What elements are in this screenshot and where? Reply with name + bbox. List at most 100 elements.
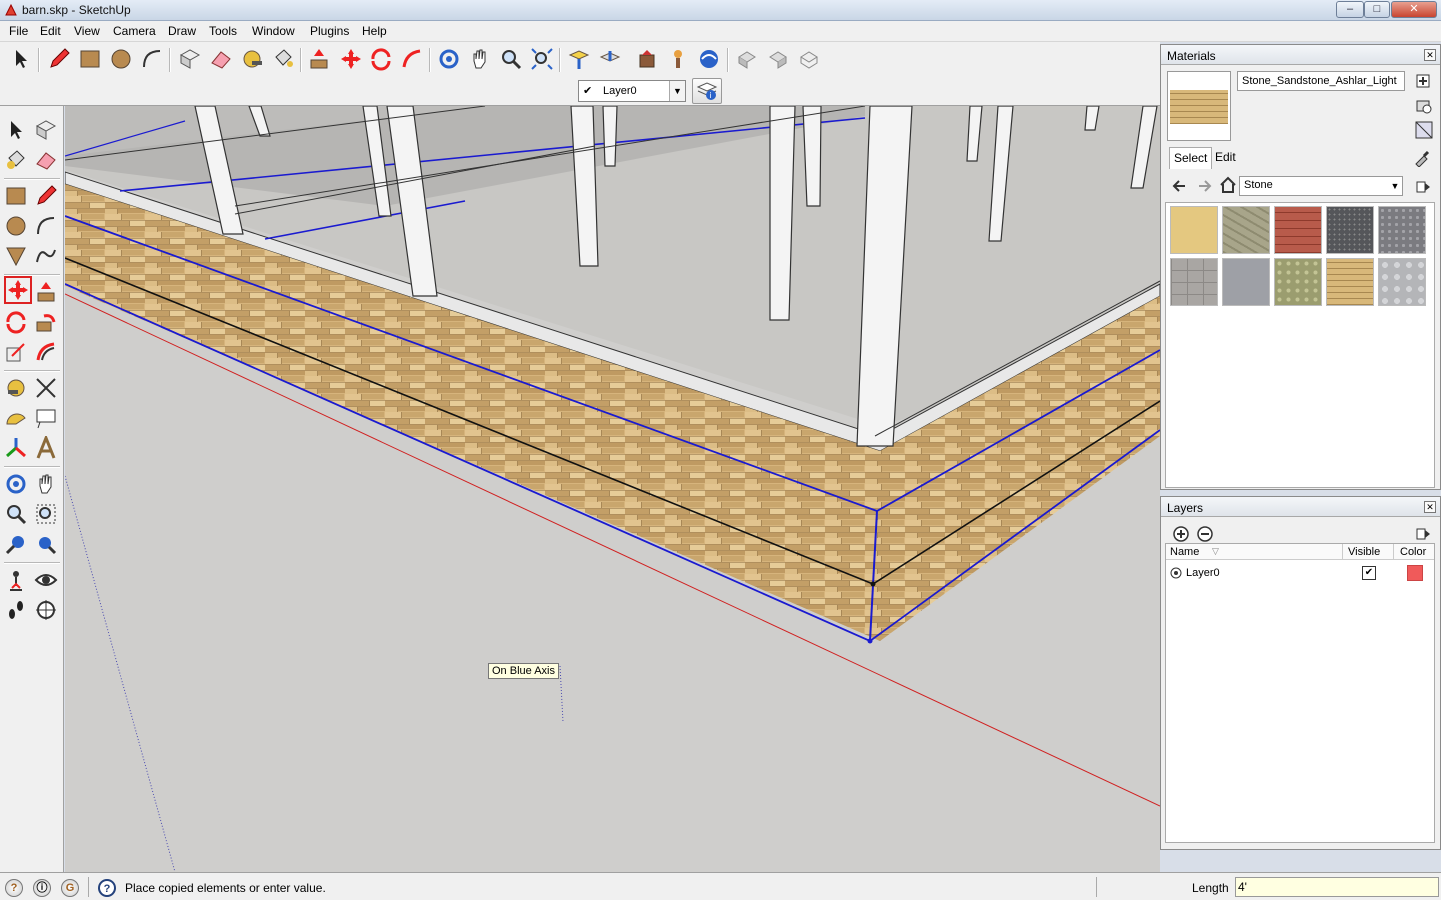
close-icon[interactable]: ✕: [1424, 501, 1436, 513]
layer-dropdown[interactable]: ✔ Layer0 ▼: [578, 80, 686, 102]
circle-icon[interactable]: [2, 212, 30, 240]
arc-icon[interactable]: [32, 212, 60, 240]
pencil-icon[interactable]: [46, 46, 72, 72]
chevron-down-icon[interactable]: ▼: [1388, 177, 1402, 195]
column-visible[interactable]: Visible: [1348, 546, 1380, 558]
arc-icon[interactable]: [139, 46, 165, 72]
layer-name[interactable]: Layer0: [1186, 567, 1220, 579]
swatch-granite-dark[interactable]: [1326, 206, 1374, 254]
position-camera-icon[interactable]: [2, 566, 30, 594]
toggle-terrain-icon[interactable]: [796, 46, 822, 72]
swatch-flagstone-gray[interactable]: [1170, 258, 1218, 306]
close-button[interactable]: ✕: [1391, 1, 1437, 18]
back-arrow-icon[interactable]: [1171, 177, 1189, 195]
tab-select[interactable]: Select: [1169, 147, 1213, 169]
make-component-icon[interactable]: [32, 116, 60, 144]
paint-bucket-icon[interactable]: [2, 146, 30, 174]
credits-icon[interactable]: ⓘ: [33, 879, 51, 897]
walk-icon[interactable]: [2, 596, 30, 624]
pencil-icon[interactable]: [32, 182, 60, 210]
table-row[interactable]: Layer0 ✔: [1166, 564, 1434, 584]
look-around-icon[interactable]: [32, 566, 60, 594]
share-component-icon[interactable]: [665, 46, 691, 72]
minimize-button[interactable]: –: [1336, 1, 1364, 18]
tab-edit[interactable]: Edit: [1211, 147, 1240, 169]
next-view-icon[interactable]: [765, 46, 791, 72]
column-color[interactable]: Color: [1400, 546, 1426, 558]
details-arrow-icon[interactable]: [1415, 178, 1433, 196]
add-layer-icon[interactable]: [1172, 525, 1190, 543]
rectangle-icon[interactable]: [2, 182, 30, 210]
select-icon[interactable]: [8, 46, 34, 72]
chevron-down-icon[interactable]: ▼: [669, 81, 685, 101]
material-library-dropdown[interactable]: Stone ▼: [1239, 176, 1403, 196]
column-name[interactable]: Name: [1170, 546, 1199, 558]
swatch-brick-red[interactable]: [1274, 206, 1322, 254]
scene-canvas[interactable]: [65, 106, 1160, 872]
modeling-viewport[interactable]: On Blue Axis: [65, 106, 1160, 872]
layer-visible-checkbox[interactable]: ✔: [1362, 566, 1376, 580]
text-tool-icon[interactable]: [32, 404, 60, 432]
swatch-marble-gray[interactable]: [1378, 258, 1426, 306]
zoom-window-icon[interactable]: [32, 500, 60, 528]
zoom-extents-icon[interactable]: [529, 46, 555, 72]
polygon-icon[interactable]: [2, 242, 30, 270]
scale-icon[interactable]: [2, 338, 30, 366]
pan-icon[interactable]: [467, 46, 493, 72]
measurements-input[interactable]: [1235, 877, 1439, 897]
paint-bucket-icon[interactable]: [270, 46, 296, 72]
menu-tools[interactable]: Tools: [209, 24, 237, 38]
eyedropper-icon[interactable]: [1413, 149, 1431, 167]
tape-measure-icon[interactable]: [2, 374, 30, 402]
details-arrow-icon[interactable]: [1415, 525, 1433, 543]
get-components-icon[interactable]: [634, 46, 660, 72]
menu-edit[interactable]: Edit: [40, 24, 61, 38]
move-icon[interactable]: [338, 46, 364, 72]
follow-me-icon[interactable]: [399, 46, 425, 72]
previous-view-icon[interactable]: [734, 46, 760, 72]
rotate-icon[interactable]: [2, 308, 30, 336]
share-model-icon[interactable]: [597, 46, 623, 72]
dimension-icon[interactable]: [32, 374, 60, 402]
pan-icon[interactable]: [32, 470, 60, 498]
geo-location-icon[interactable]: ?: [5, 879, 23, 897]
delete-layer-icon[interactable]: [1196, 525, 1214, 543]
material-name-field[interactable]: [1237, 71, 1405, 91]
zoom-icon[interactable]: [2, 500, 30, 528]
get-models-icon[interactable]: [566, 46, 592, 72]
menu-help[interactable]: Help: [362, 24, 387, 38]
close-icon[interactable]: ✕: [1424, 49, 1436, 61]
orbit-icon[interactable]: [436, 46, 462, 72]
swatch-stone-mossy[interactable]: [1222, 206, 1270, 254]
maximize-button[interactable]: □: [1364, 1, 1390, 18]
sample-paint-icon[interactable]: [1415, 121, 1433, 139]
layer-manager-button[interactable]: i: [692, 78, 722, 104]
move-icon[interactable]: [4, 276, 32, 304]
sign-in-icon[interactable]: G: [61, 879, 79, 897]
make-component-icon[interactable]: [177, 46, 203, 72]
section-plane-icon[interactable]: [32, 596, 60, 624]
menu-camera[interactable]: Camera: [113, 24, 156, 38]
swatch-sandstone-ashlar-light[interactable]: [1326, 258, 1374, 306]
swatch-sandstone-light[interactable]: [1170, 206, 1218, 254]
zoom-extents-icon[interactable]: [32, 530, 60, 558]
rectangle-icon[interactable]: [77, 46, 103, 72]
menu-window[interactable]: Window: [252, 24, 295, 38]
swatch-granite-gray[interactable]: [1378, 206, 1426, 254]
sort-icon[interactable]: ▽: [1212, 546, 1219, 557]
circle-icon[interactable]: [108, 46, 134, 72]
menu-draw[interactable]: Draw: [168, 24, 196, 38]
rotate-icon[interactable]: [368, 46, 394, 72]
previous-view-icon[interactable]: [2, 530, 30, 558]
help-icon[interactable]: ?: [98, 879, 116, 897]
orbit-icon[interactable]: [2, 470, 30, 498]
freehand-icon[interactable]: [32, 242, 60, 270]
protractor-icon[interactable]: [2, 404, 30, 432]
active-layer-radio-icon[interactable]: [1170, 567, 1182, 579]
push-pull-icon[interactable]: [306, 46, 332, 72]
push-pull-icon[interactable]: [32, 278, 60, 306]
menu-file[interactable]: File: [9, 24, 28, 38]
menu-plugins[interactable]: Plugins: [310, 24, 349, 38]
follow-me-icon[interactable]: [32, 308, 60, 336]
layer-color-swatch[interactable]: [1407, 565, 1423, 581]
